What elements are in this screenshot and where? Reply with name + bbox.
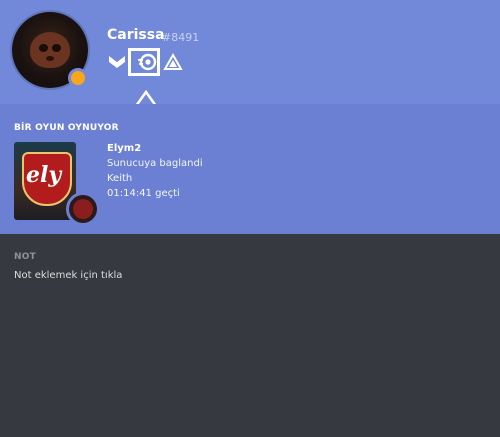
discriminator: #8491 [162,31,200,44]
highlight-box [128,48,160,76]
game-elapsed: 01:14:41 geçti [107,188,180,199]
avatar-face [30,32,70,68]
avatar-mouth [46,56,54,61]
game-details: Sunucuya baglandi [107,158,203,169]
username: Carissa [107,27,165,43]
game-small-icon-inner [73,199,93,219]
profile-header: Carissa #8491 [0,0,500,104]
note-section: NOT Not eklemek için tıkla [0,234,500,437]
note-input[interactable]: Not eklemek için tıkla [14,270,122,281]
status-idle-indicator [68,68,88,88]
game-logo: ely [26,162,62,188]
hypesquad-brilliance-icon[interactable] [107,52,127,72]
game-name: Elym2 [107,143,142,154]
game-info: Elym2 Sunucuya baglandi Keith 01:14:41 g… [107,143,203,203]
partner-icon[interactable] [163,52,183,72]
note-section-title: NOT [14,252,36,262]
avatar-eye-left [39,44,48,52]
game-state: Keith [107,173,133,184]
activity-section-title: BİR OYUN OYNUYOR [14,123,119,133]
game-small-icon [66,192,100,226]
avatar-eye-right [52,44,61,52]
